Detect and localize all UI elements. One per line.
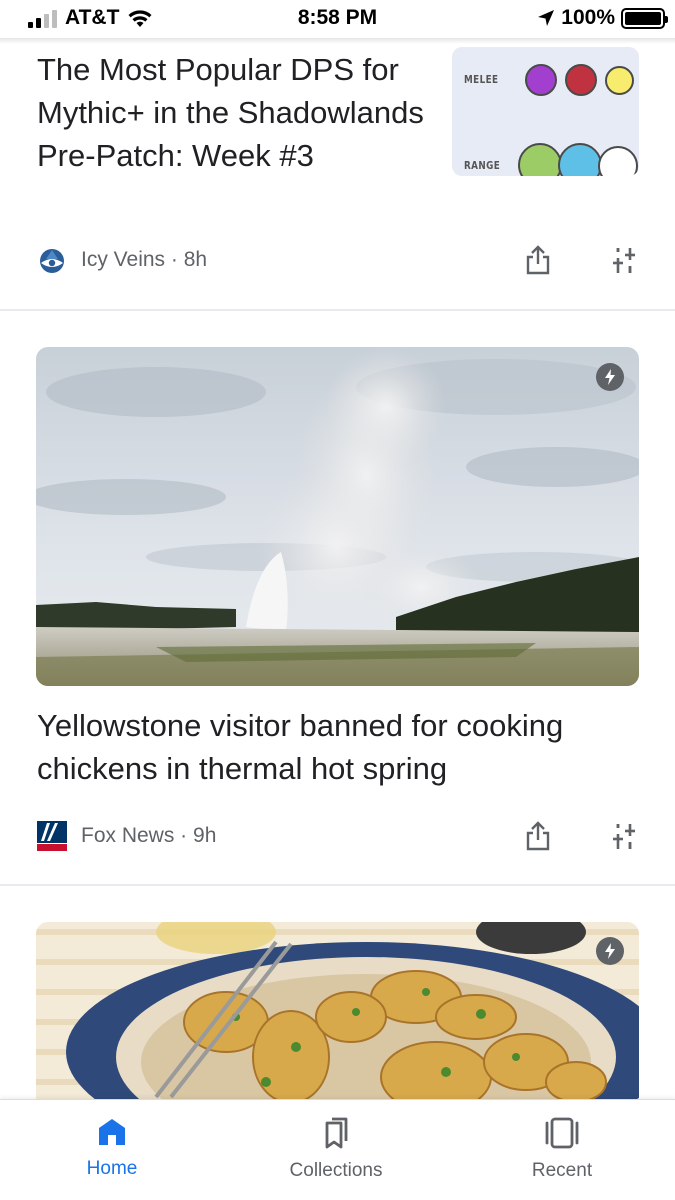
thumbnail-dot: [605, 66, 634, 95]
card-divider: [0, 309, 675, 311]
more-options-button[interactable]: [609, 245, 639, 275]
article-card[interactable]: [0, 921, 675, 1102]
nav-recent-label: Recent: [531, 1160, 593, 1181]
article-source[interactable]: Fox News · 9h: [81, 824, 216, 848]
icy-veins-logo-icon[interactable]: [37, 245, 67, 275]
lightning-bolt-icon: [605, 369, 615, 385]
article-source-row: Fox News · 9h: [37, 821, 216, 851]
share-icon: [526, 245, 550, 275]
status-bar: AT&T 8:58 PM 100%: [0, 0, 675, 38]
thumbnail-range-label: RANGE: [464, 159, 501, 172]
article-thumbnail[interactable]: MELEE RANGE: [452, 47, 639, 176]
potatoes-photo: [36, 922, 639, 1102]
article-card[interactable]: Yellowstone visitor banned for cooking c…: [0, 346, 675, 886]
status-right: 100%: [537, 6, 668, 30]
geyser-photo: [36, 347, 639, 686]
thumbnail-dot: [525, 64, 557, 96]
location-arrow-icon: [538, 10, 555, 26]
share-button[interactable]: [523, 821, 553, 851]
article-image[interactable]: [36, 347, 639, 686]
article-source[interactable]: Icy Veins · 8h: [81, 248, 207, 272]
amp-badge: [596, 363, 624, 391]
nav-collections[interactable]: Collections: [256, 1116, 416, 1182]
article-title[interactable]: The Most Popular DPS for Mythic+ in the …: [37, 48, 432, 177]
article-title[interactable]: Yellowstone visitor banned for cooking c…: [37, 704, 637, 790]
bottom-navigation: Home Collections Recent: [0, 1099, 675, 1200]
article-card[interactable]: The Most Popular DPS for Mythic+ in the …: [0, 38, 675, 310]
nav-home-label: Home: [86, 1158, 138, 1179]
lightning-bolt-icon: [605, 943, 615, 959]
home-icon: [99, 1119, 125, 1145]
thumbnail-dot: [558, 143, 602, 176]
fox-news-logo-icon[interactable]: [37, 821, 67, 851]
thumbnail-melee-label: MELEE: [464, 73, 499, 86]
nav-recent[interactable]: Recent: [482, 1116, 642, 1182]
article-image[interactable]: [36, 922, 639, 1102]
tune-icon: [613, 824, 635, 849]
more-options-button[interactable]: [609, 821, 639, 851]
battery-percentage: 100%: [561, 6, 615, 29]
thumbnail-dot: [598, 146, 638, 176]
bookmarks-icon: [325, 1117, 348, 1149]
nav-home[interactable]: Home: [32, 1116, 192, 1180]
share-icon: [526, 821, 550, 851]
article-source-row: Icy Veins · 8h: [37, 245, 207, 275]
nav-collections-label: Collections: [289, 1160, 383, 1181]
thumbnail-dot: [518, 143, 562, 176]
share-button[interactable]: [523, 245, 553, 275]
tune-icon: [613, 248, 635, 273]
thumbnail-dot: [565, 64, 597, 96]
card-divider: [0, 884, 675, 886]
amp-badge: [596, 937, 624, 965]
recent-icon: [545, 1117, 579, 1149]
battery-icon: [621, 7, 668, 29]
